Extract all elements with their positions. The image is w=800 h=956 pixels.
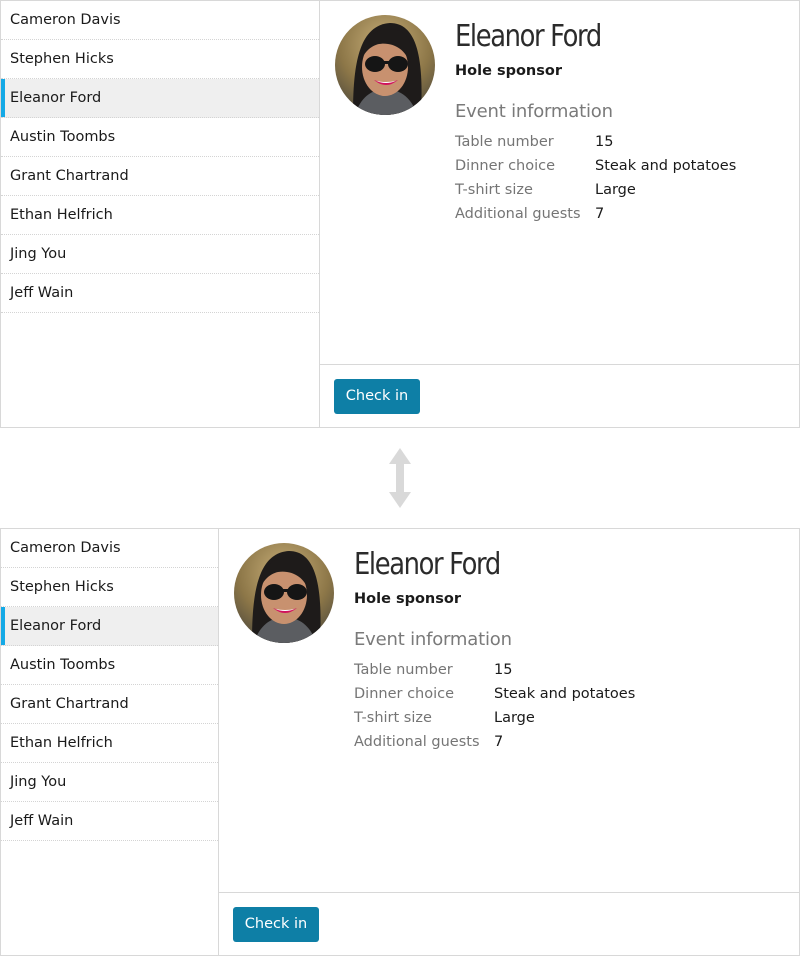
field-label: Table number <box>455 134 554 150</box>
detail-footer: Check in <box>320 364 799 427</box>
event-fields: Table number 15 Dinner choice Steak and … <box>455 130 787 226</box>
attendee-role: Hole sponsor <box>354 591 461 607</box>
field-label: T-shirt size <box>354 710 432 726</box>
list-item[interactable]: Stephen Hicks <box>1 40 319 79</box>
field-row-additional-guests: Additional guests 7 <box>354 730 787 754</box>
list-item[interactable]: Jeff Wain <box>1 802 218 841</box>
list-item-selected[interactable]: Eleanor Ford <box>1 79 319 118</box>
field-row-table-number: Table number 15 <box>455 130 787 154</box>
list-item[interactable]: Grant Chartrand <box>1 157 319 196</box>
list-item[interactable]: Cameron Davis <box>1 529 218 568</box>
list-item[interactable]: Jeff Wain <box>1 274 319 313</box>
field-value: Steak and potatoes <box>595 158 737 174</box>
check-in-button[interactable]: Check in <box>233 907 319 942</box>
field-value: 7 <box>595 206 605 222</box>
list-item[interactable]: Ethan Helfrich <box>1 196 319 235</box>
detail-pane: Eleanor Ford Hole sponsor Event informat… <box>219 529 799 955</box>
attendee-name: Eleanor Ford <box>354 547 501 582</box>
field-label: Table number <box>354 662 453 678</box>
list-item[interactable]: Grant Chartrand <box>1 685 218 724</box>
section-title: Event information <box>354 629 512 650</box>
field-row-tshirt-size: T-shirt size Large <box>455 178 787 202</box>
field-value: 15 <box>595 134 614 150</box>
list-item[interactable]: Jing You <box>1 763 218 802</box>
list-item[interactable]: Ethan Helfrich <box>1 724 218 763</box>
field-value: Large <box>494 710 535 726</box>
attendee-name: Eleanor Ford <box>455 19 602 54</box>
field-value: Steak and potatoes <box>494 686 636 702</box>
master-detail-panel-wide: Cameron Davis Stephen Hicks Eleanor Ford… <box>0 0 800 428</box>
field-value: 15 <box>494 662 513 678</box>
field-label: Dinner choice <box>455 158 556 174</box>
field-label: Additional guests <box>455 206 581 222</box>
avatar <box>234 543 334 643</box>
field-row-dinner-choice: Dinner choice Steak and potatoes <box>455 154 787 178</box>
field-row-table-number: Table number 15 <box>354 658 787 682</box>
check-in-button[interactable]: Check in <box>334 379 420 414</box>
avatar <box>335 15 435 115</box>
field-label: T-shirt size <box>455 182 533 198</box>
vertical-resize-arrow-icon <box>389 448 411 508</box>
event-fields: Table number 15 Dinner choice Steak and … <box>354 658 787 754</box>
attendee-list: Cameron Davis Stephen Hicks Eleanor Ford… <box>1 1 320 427</box>
list-item[interactable]: Jing You <box>1 235 319 274</box>
profile-photo-icon <box>234 543 334 643</box>
list-item[interactable]: Cameron Davis <box>1 1 319 40</box>
section-title: Event information <box>455 101 613 122</box>
attendee-info: Eleanor Ford Hole sponsor Event informat… <box>354 545 787 754</box>
field-row-dinner-choice: Dinner choice Steak and potatoes <box>354 682 787 706</box>
field-value: 7 <box>494 734 504 750</box>
field-label: Additional guests <box>354 734 480 750</box>
field-row-additional-guests: Additional guests 7 <box>455 202 787 226</box>
field-row-tshirt-size: T-shirt size Large <box>354 706 787 730</box>
attendee-list: Cameron Davis Stephen Hicks Eleanor Ford… <box>1 529 219 955</box>
profile-photo-icon <box>335 15 435 115</box>
detail-pane: Eleanor Ford Hole sponsor Event informat… <box>320 1 799 427</box>
attendee-role: Hole sponsor <box>455 63 562 79</box>
field-label: Dinner choice <box>354 686 455 702</box>
attendee-info: Eleanor Ford Hole sponsor Event informat… <box>455 17 787 226</box>
list-item[interactable]: Austin Toombs <box>1 646 218 685</box>
list-item[interactable]: Stephen Hicks <box>1 568 218 607</box>
field-value: Large <box>595 182 636 198</box>
detail-footer: Check in <box>219 892 799 955</box>
list-item[interactable]: Austin Toombs <box>1 118 319 157</box>
list-item-selected[interactable]: Eleanor Ford <box>1 607 218 646</box>
master-detail-panel-narrow: Cameron Davis Stephen Hicks Eleanor Ford… <box>0 528 800 956</box>
